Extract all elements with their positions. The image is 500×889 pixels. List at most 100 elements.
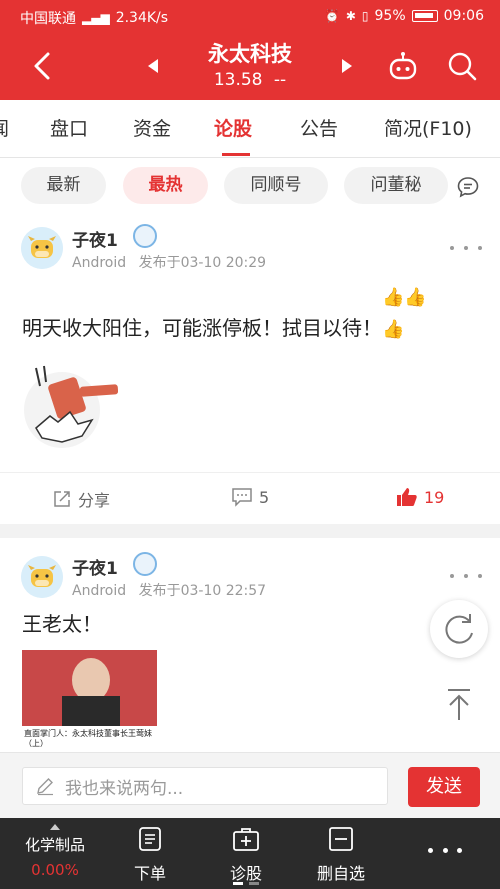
comment-button[interactable]: 5 bbox=[231, 487, 269, 507]
robot-icon bbox=[389, 52, 417, 80]
sector-quote-button[interactable]: 化学制品 0.00% bbox=[20, 820, 90, 879]
nav-remove-watchlist-label: 删自选 bbox=[316, 864, 365, 883]
post-device: Android bbox=[72, 255, 127, 271]
cow-avatar-icon bbox=[21, 227, 63, 269]
robot-assistant-button[interactable] bbox=[386, 50, 420, 84]
post-separator bbox=[0, 524, 500, 538]
pencil-icon bbox=[37, 778, 53, 796]
nav-order[interactable]: 下单 bbox=[132, 826, 168, 884]
stock-price-line: 13.58 -- bbox=[170, 68, 330, 92]
filter-latest[interactable]: 最新 bbox=[21, 167, 106, 204]
order-sheet-icon bbox=[139, 827, 161, 851]
post-text: 王老太！ bbox=[22, 612, 102, 636]
username[interactable]: 子夜1 bbox=[72, 226, 118, 251]
more-options-icon[interactable] bbox=[450, 568, 482, 584]
more-options-icon[interactable] bbox=[450, 240, 482, 256]
scroll-to-top-button[interactable] bbox=[430, 676, 488, 734]
filter-tonghuashun[interactable]: 同顺号 bbox=[224, 167, 328, 204]
tab-news[interactable]: 闻 bbox=[0, 116, 9, 142]
username[interactable]: 子夜1 bbox=[72, 554, 118, 579]
bluetooth-icon: ✱ bbox=[345, 9, 356, 23]
like-count: 19 bbox=[424, 487, 445, 507]
next-stock-button[interactable] bbox=[336, 56, 356, 76]
refresh-button[interactable] bbox=[430, 600, 488, 658]
clock: 09:06 bbox=[443, 8, 484, 24]
user-badge-icon bbox=[133, 224, 157, 248]
like-button[interactable]: 19 bbox=[396, 487, 444, 507]
post-card[interactable]: 子夜1 Android 发布于03-10 22:57 王老太！ 直面掌门人：永太… bbox=[0, 538, 500, 752]
tab-announcements[interactable]: 公告 bbox=[300, 116, 338, 142]
comment-count: 5 bbox=[259, 487, 270, 507]
video-caption: 直面掌门人：永太科技董事长王莺妹（上） bbox=[22, 726, 157, 752]
status-bar: 中国联通 ▂▄▆ 2.34K/s ⏰ ✱ ▯ 95% 09:06 bbox=[0, 0, 500, 34]
stock-change: -- bbox=[273, 70, 287, 90]
speaker-body bbox=[62, 696, 120, 726]
chat-bubble-icon[interactable] bbox=[456, 175, 480, 199]
avatar[interactable] bbox=[21, 227, 63, 269]
post-meta: Android 发布于03-10 20:29 bbox=[72, 252, 266, 272]
search-icon bbox=[448, 52, 477, 81]
comment-icon bbox=[232, 488, 252, 507]
stock-price: 13.58 bbox=[213, 70, 263, 90]
cow-avatar-icon bbox=[21, 556, 63, 598]
prev-stock-button[interactable] bbox=[144, 56, 164, 76]
battery-percent: 95% bbox=[374, 8, 406, 24]
tab-company-profile[interactable]: 简况(F10) bbox=[384, 116, 472, 142]
back-button[interactable] bbox=[26, 48, 62, 84]
post-device: Android bbox=[72, 583, 127, 599]
video-thumbnail[interactable]: 直面掌门人：永太科技董事长王莺妹（上） bbox=[22, 650, 157, 752]
user-badge-icon bbox=[133, 552, 157, 576]
bottom-nav: 化学制品 0.00% 下单 诊股 删自选 bbox=[0, 818, 500, 889]
stock-name: 永太科技 bbox=[208, 42, 292, 66]
vibrate-icon: ▯ bbox=[361, 9, 369, 23]
nav-diagnose-label: 诊股 bbox=[229, 864, 262, 883]
filter-hottest[interactable]: 最热 bbox=[123, 167, 208, 204]
refresh-icon bbox=[445, 614, 473, 644]
hammer-sticker-image bbox=[22, 358, 119, 454]
stock-title: 永太科技 13.58 -- bbox=[170, 40, 330, 92]
share-label: 分享 bbox=[78, 491, 111, 510]
post-body: 王老太！ bbox=[22, 608, 482, 640]
arrow-up-to-top-icon bbox=[448, 689, 470, 720]
share-button[interactable]: 分享 bbox=[52, 487, 110, 511]
post-text: 明天收大阳住，可能涨停板！拭目以待！ bbox=[22, 316, 382, 340]
share-icon bbox=[54, 491, 70, 507]
nav-diagnose[interactable]: 诊股 bbox=[227, 826, 265, 884]
nav-order-label: 下单 bbox=[133, 864, 166, 883]
send-button[interactable]: 发送 bbox=[408, 767, 480, 807]
signal-icon: ▂▄▆ bbox=[82, 11, 110, 25]
filter-bar: 最新 最热 同顺号 问董秘 bbox=[0, 158, 500, 216]
comment-input[interactable]: 我也来说两句... bbox=[22, 767, 388, 805]
triangle-left-icon bbox=[148, 59, 158, 73]
active-tab-indicator bbox=[222, 153, 250, 156]
post-body: 明天收大阳住，可能涨停板！拭目以待！👍👍 👍 bbox=[22, 282, 482, 346]
tab-funds[interactable]: 资金 bbox=[133, 116, 171, 142]
header: 永太科技 13.58 -- bbox=[0, 34, 500, 100]
thumbs-up-emoji-icon: 👍👍 👍 bbox=[382, 287, 427, 340]
more-menu-icon[interactable] bbox=[428, 842, 462, 858]
medical-kit-icon bbox=[233, 828, 259, 851]
caret-up-icon bbox=[50, 824, 60, 830]
post-meta: Android 发布于03-10 22:57 bbox=[72, 580, 266, 600]
minus-box-icon bbox=[329, 827, 353, 851]
net-speed: 2.34K/s bbox=[115, 10, 169, 26]
avatar[interactable] bbox=[21, 556, 63, 598]
search-button[interactable] bbox=[446, 50, 478, 82]
video-frame bbox=[22, 650, 157, 726]
chat-icon-svg bbox=[457, 177, 479, 198]
back-arrow-icon bbox=[34, 52, 50, 80]
post-date: 发布于03-10 20:29 bbox=[138, 255, 267, 271]
post-date: 发布于03-10 22:57 bbox=[138, 583, 267, 599]
post-actions: 分享 5 19 bbox=[0, 472, 500, 524]
filter-ask-secretary[interactable]: 问董秘 bbox=[344, 167, 448, 204]
carrier-label: 中国联通 bbox=[20, 11, 76, 27]
comment-bar: 我也来说两句... 发送 bbox=[0, 752, 500, 818]
tab-discussion[interactable]: 论股 bbox=[214, 116, 252, 142]
thumbs-up-icon bbox=[397, 488, 417, 506]
tab-orderbook[interactable]: 盘口 bbox=[50, 116, 88, 142]
nav-remove-watchlist[interactable]: 删自选 bbox=[314, 826, 368, 884]
sector-name: 化学制品 bbox=[24, 836, 85, 854]
sector-change: 0.00% bbox=[31, 861, 79, 879]
comment-placeholder: 我也来说两句... bbox=[65, 778, 184, 799]
post-card[interactable]: 子夜1 Android 发布于03-10 20:29 明天收大阳住，可能涨停板！… bbox=[0, 216, 500, 524]
